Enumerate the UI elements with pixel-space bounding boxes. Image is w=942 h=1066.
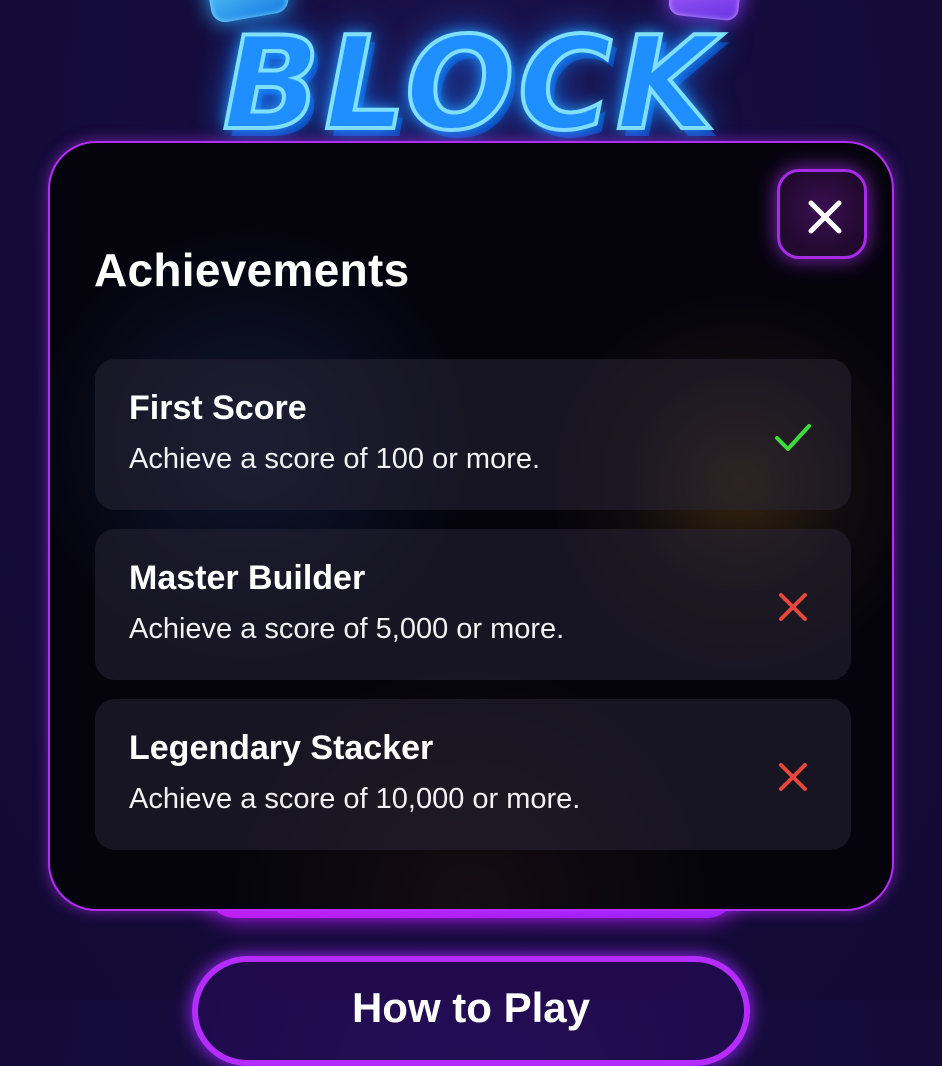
achievement-item: First Score Achieve a score of 100 or mo… [95,359,851,510]
achievement-name: First Score [129,389,307,427]
how-to-play-button: How to Play [192,956,750,1066]
achievements-modal: Achievements First Score Achieve a score… [48,141,894,911]
achievement-description: Achieve a score of 5,000 or more. [129,613,565,645]
achievement-description: Achieve a score of 10,000 or more. [129,783,581,815]
cross-icon [779,763,807,791]
achievement-name: Legendary Stacker [129,729,434,767]
achievement-name: Master Builder [129,559,366,597]
close-icon [808,200,842,234]
achievement-item: Legendary Stacker Achieve a score of 10,… [95,699,851,850]
game-logo: BLOCK [0,0,942,160]
achievement-item: Master Builder Achieve a score of 5,000 … [95,529,851,680]
cross-icon [779,593,807,621]
logo-text: BLOCK [221,8,720,160]
achievement-description: Achieve a score of 100 or more. [129,443,541,475]
modal-title: Achievements [94,244,410,296]
check-icon [775,424,811,451]
achievement-list: First Score Achieve a score of 100 or mo… [95,359,851,869]
close-button[interactable] [777,169,867,259]
how-to-play-label: How to Play [351,984,591,1031]
